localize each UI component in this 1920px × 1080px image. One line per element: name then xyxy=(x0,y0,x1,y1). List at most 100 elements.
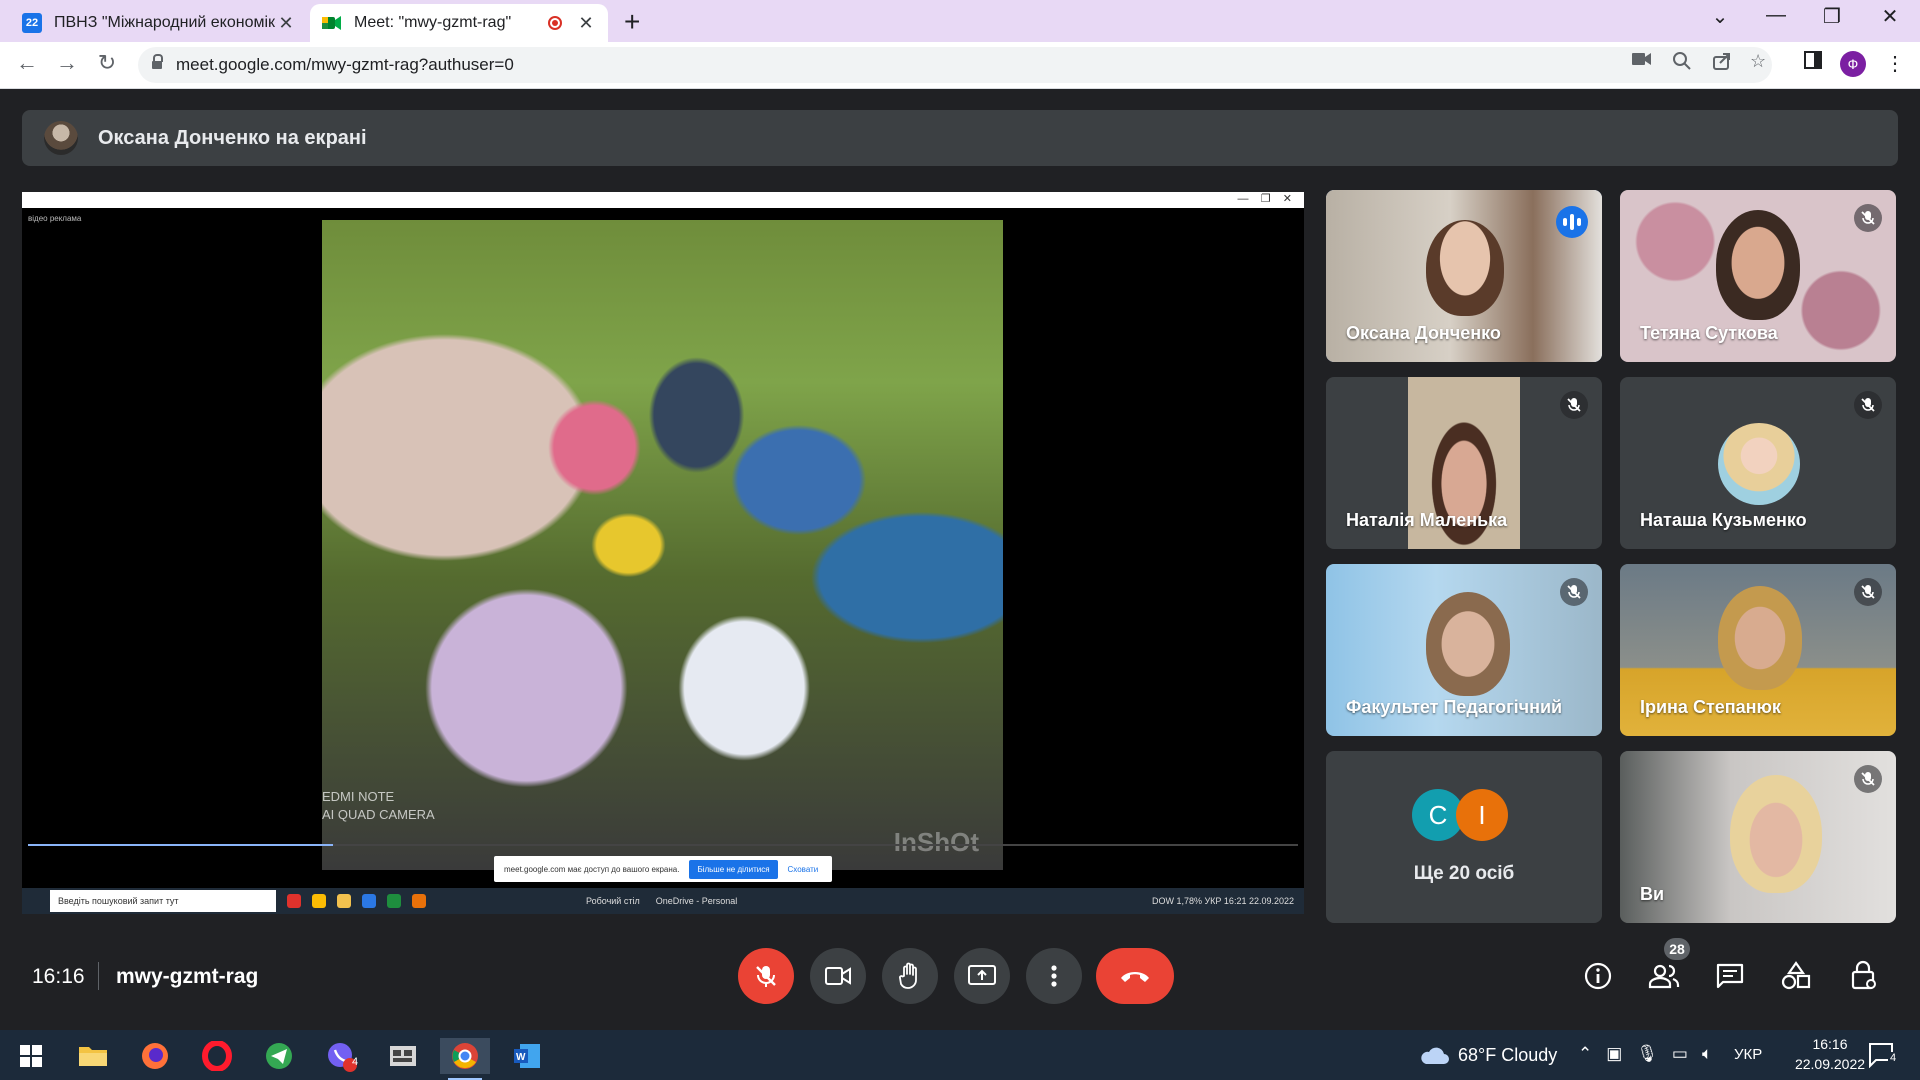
weather-text: 68°F Cloudy xyxy=(1458,1044,1558,1065)
new-tab-button[interactable]: + xyxy=(624,6,640,38)
word-icon: W xyxy=(514,1044,540,1068)
raise-hand-button[interactable] xyxy=(882,948,938,1004)
shared-window-titlebar: — ❐ ✕ xyxy=(22,192,1304,208)
mic-off-icon xyxy=(1854,391,1882,419)
participant-tile[interactable]: Наташа Кузьменко xyxy=(1620,377,1896,549)
stop-sharing-button[interactable]: Більше не ділитися xyxy=(689,859,778,879)
participant-name: Наталія Маленька xyxy=(1346,510,1508,530)
close-window-icon[interactable]: ✕ xyxy=(1870,4,1910,29)
telegram-button[interactable] xyxy=(254,1038,304,1074)
notifications-button[interactable]: 4 xyxy=(1868,1042,1900,1069)
mic-off-icon xyxy=(1854,765,1882,793)
camera-text-2: AI QUAD CAMERA xyxy=(322,807,435,822)
forward-icon[interactable]: → xyxy=(52,50,82,76)
browser-tab-university[interactable]: 22 ПВНЗ "Міжнародний економіко ✕ xyxy=(10,4,308,42)
start-button[interactable] xyxy=(6,1038,56,1074)
viber-button[interactable]: 4 xyxy=(316,1038,366,1074)
bookmark-star-icon[interactable]: ☆ xyxy=(1750,51,1766,72)
participant-tile[interactable]: Ірина Степанюк xyxy=(1620,564,1896,736)
opera-icon xyxy=(287,894,301,908)
excel-icon xyxy=(387,894,401,908)
browser-tab-meet[interactable]: Meet: "mwy-gzmt-rag" ✕ xyxy=(310,4,608,42)
self-tile[interactable]: Ви xyxy=(1620,751,1896,923)
shared-screen[interactable]: — ❐ ✕ відео реклама EDMI NOTE AI QUAD CA… xyxy=(22,192,1304,914)
mic-off-icon xyxy=(756,966,776,987)
notification-count: 4 xyxy=(1888,1052,1899,1064)
present-screen-button[interactable] xyxy=(954,948,1010,1004)
hide-notice-button[interactable]: Сховати xyxy=(788,865,819,874)
browser-tabstrip: 22 ПВНЗ "Міжнародний економіко ✕ Meet: "… xyxy=(0,0,1920,42)
tab-search-icon[interactable]: ⌄ xyxy=(1700,4,1740,29)
meet-tray-icon[interactable]: ▣ xyxy=(1606,1044,1622,1064)
microphone-icon[interactable]: 🎙︎ xyxy=(1636,1044,1658,1064)
weather-widget[interactable]: 68°F Cloudy xyxy=(1418,1044,1557,1066)
hang-up-icon xyxy=(1121,972,1149,982)
close-tab-icon[interactable]: ✕ xyxy=(576,13,596,34)
participant-tile[interactable]: Факультет Педагогічний xyxy=(1326,564,1602,736)
more-participants-tile[interactable]: C I Ще 20 осіб xyxy=(1326,751,1602,923)
firefox-button[interactable] xyxy=(130,1038,180,1074)
inshot-watermark: InShOt xyxy=(893,827,979,857)
app-button[interactable] xyxy=(378,1038,428,1074)
chat-button[interactable] xyxy=(1712,958,1748,994)
zoom-icon[interactable] xyxy=(1672,51,1692,76)
participant-initial: I xyxy=(1456,789,1508,841)
lock-icon[interactable] xyxy=(152,54,163,71)
participant-name: Наташа Кузьменко xyxy=(1640,510,1807,530)
profile-avatar[interactable]: Ф xyxy=(1840,51,1866,77)
camera-toggle-button[interactable] xyxy=(810,948,866,1004)
lock-person-icon xyxy=(1851,960,1876,990)
leave-call-button[interactable] xyxy=(1096,948,1174,1004)
video-progress-bar[interactable] xyxy=(28,844,1298,846)
file-explorer-button[interactable] xyxy=(68,1038,118,1074)
shared-window-controls: — ❐ ✕ xyxy=(1237,193,1292,205)
share-icon[interactable] xyxy=(1712,51,1732,76)
participant-count-badge: 28 xyxy=(1664,938,1690,960)
microphone-toggle-button[interactable] xyxy=(738,948,794,1004)
opera-button[interactable] xyxy=(192,1038,242,1074)
more-participants-label: Ще 20 осіб xyxy=(1413,863,1515,884)
people-icon xyxy=(1648,964,1680,989)
volume-icon[interactable]: 🔈︎ xyxy=(1702,1044,1712,1064)
presenter-text: Оксана Донченко на екрані xyxy=(98,126,367,149)
present-icon xyxy=(968,965,996,985)
reload-icon[interactable]: ↻ xyxy=(92,50,122,76)
meeting-code: mwy-gzmt-rag xyxy=(116,965,259,988)
back-icon[interactable]: ← xyxy=(12,50,42,76)
camera-in-use-icon[interactable] xyxy=(1632,51,1652,72)
participant-tile[interactable]: Наталія Маленька xyxy=(1326,377,1602,549)
participant-tile[interactable]: Тетяна Суткова xyxy=(1620,190,1896,362)
meeting-details-button[interactable] xyxy=(1580,958,1616,994)
address-bar[interactable]: meet.google.com/mwy-gzmt-rag?authuser=0 xyxy=(138,47,1772,83)
more-participants-avatars: C I xyxy=(1412,789,1508,841)
app-grid-icon xyxy=(390,1046,416,1066)
system-clock[interactable]: 16:16 22.09.2022 xyxy=(1794,1034,1866,1074)
system-tray: ⌃ ▣ 🎙︎ ▭ 🔈︎ xyxy=(1578,1044,1712,1064)
windows-icon xyxy=(20,1045,42,1067)
chat-icon xyxy=(1716,963,1744,989)
word-button[interactable]: W xyxy=(502,1038,552,1074)
onedrive-label: OneDrive - Personal xyxy=(655,896,738,906)
side-panel-icon[interactable] xyxy=(1800,51,1826,75)
activities-button[interactable] xyxy=(1778,958,1814,994)
battery-icon[interactable]: ▭ xyxy=(1672,1044,1688,1064)
restore-icon[interactable]: ❐ xyxy=(1812,4,1852,29)
chrome-button[interactable] xyxy=(440,1038,490,1080)
host-controls-button[interactable] xyxy=(1846,958,1882,994)
browser-menu-icon[interactable]: ⋮ xyxy=(1882,51,1908,76)
meet-favicon-icon xyxy=(322,13,342,33)
mic-off-icon xyxy=(1560,391,1588,419)
calendar-favicon-icon: 22 xyxy=(22,13,42,33)
video-progress-fill xyxy=(28,844,333,846)
participant-tile[interactable]: Оксана Донченко xyxy=(1326,190,1602,362)
people-button[interactable] xyxy=(1646,958,1682,994)
close-tab-icon[interactable]: ✕ xyxy=(276,13,296,34)
folder-icon xyxy=(79,1047,107,1066)
desktop-label: Робочий стіл xyxy=(586,896,640,906)
more-options-button[interactable] xyxy=(1026,948,1082,1004)
chevron-up-icon[interactable]: ⌃ xyxy=(1578,1044,1592,1064)
minimize-icon[interactable]: — xyxy=(1756,4,1796,27)
camera-watermark: EDMI NOTE AI QUAD CAMERA xyxy=(322,788,435,824)
input-language[interactable]: УКР xyxy=(1734,1046,1762,1063)
tab-title: ПВНЗ "Міжнародний економіко xyxy=(54,14,276,31)
